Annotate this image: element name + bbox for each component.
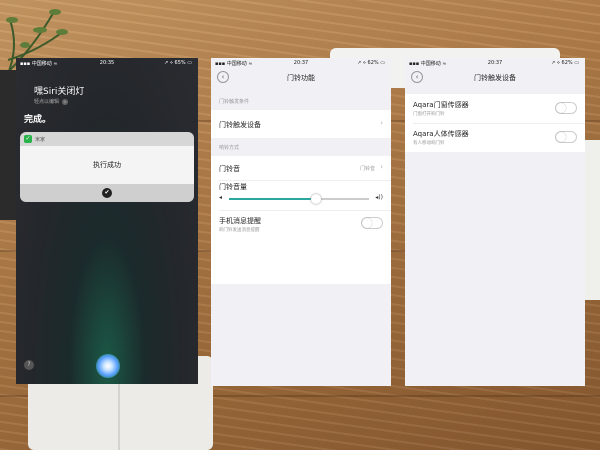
chevron-right-icon: › [62,99,69,105]
plant-pot [0,70,16,220]
volume-slider[interactable] [229,194,369,204]
device-list: Aqara门窗传感器 门窗打开响门铃 Aqara人体传感器 有人移动响门铃 [405,94,585,152]
shortcut-result-card[interactable]: ✓ 米家 执行成功 ✔ [20,132,194,202]
volume-slider-fill [229,198,316,200]
device-row-motion-sensor[interactable]: Aqara人体传感器 有人移动响门铃 [405,124,585,152]
trigger-device-label: 门铃触发设备 [219,121,261,129]
page-title: 门铃功能 [287,74,315,82]
trigger-devices-screen: ▪▪▪ 中国移动 ≈ 20:37 ↗ ⋄ 62% ▭ ‹ 门铃触发设备 Aqar… [405,58,585,386]
siri-query-text[interactable]: 嘿Siri关闭灯 [34,84,84,97]
volume-high-icon: ◂)) [375,194,383,201]
volume-low-icon: ◂ [219,194,223,201]
nav-bar: ‹ 门铃触发设备 [405,68,585,86]
card-header: ✓ 米家 [20,132,194,146]
device-toggle[interactable] [555,131,577,143]
ringtone-row[interactable]: 门铃音 门铃音 › [211,156,391,180]
device-row-door-sensor[interactable]: Aqara门窗传感器 门窗打开响门铃 [405,94,585,123]
chevron-right-icon: › [380,119,383,127]
battery-indicator: ↗ ⋄ 65% ▭ [164,60,192,66]
card-message: 执行成功 [20,146,194,184]
device-name: Aqara人体传感器 [413,130,469,138]
divider [219,210,391,211]
tap-to-edit-label: 轻点以编辑 [34,99,60,105]
notify-label: 手机消息提醒 [219,217,261,225]
siri-response: 完成。 [24,115,52,125]
ringtone-label: 门铃音 [219,165,240,173]
device-description: 门窗打开响门铃 [413,112,445,117]
help-icon[interactable]: ? [24,360,34,370]
device-description: 有人移动响门铃 [413,141,445,146]
status-bar: ▪▪▪ 中国移动 ≈ 20:37 ↗ ⋄ 62% ▭ [405,58,585,68]
tap-to-edit-link[interactable]: 轻点以编辑 › [34,98,69,105]
chevron-right-icon: › [380,163,383,171]
device-toggle[interactable] [555,102,577,114]
ringtone-value: 门铃音 [359,166,375,172]
battery-indicator: ↗ ⋄ 62% ▭ [551,60,579,66]
notify-description: 响门铃发送消息提醒 [219,228,260,233]
siri-orb-icon[interactable] [96,354,120,378]
checkmark-icon: ✔ [102,188,112,198]
page-title: 门铃触发设备 [474,74,516,82]
card-footer: ✔ [20,184,194,202]
card-app-name: 米家 [35,137,46,143]
mijia-app-icon: ✓ [24,135,32,143]
battery-indicator: ↗ ⋄ 62% ▭ [357,60,385,66]
volume-slider-thumb[interactable] [310,194,321,204]
status-bar: ▪▪▪ 中国移动 ≈ 20:35 ↗ ⋄ 65% ▭ [16,58,198,68]
section-header-ring: 响铃方式 [219,145,240,151]
notify-toggle[interactable] [361,217,383,229]
ring-settings-group: 门铃音 门铃音 › 门铃音量 ◂ ◂)) 手机消息提醒 响门铃发送消息提醒 [211,156,391,284]
status-bar: ▪▪▪ 中国移动 ≈ 20:37 ↗ ⋄ 62% ▭ [211,58,391,68]
nav-bar: ‹ 门铃功能 [211,68,391,86]
doorbell-settings-screen: ▪▪▪ 中国移动 ≈ 20:37 ↗ ⋄ 62% ▭ ‹ 门铃功能 门铃触发条件… [211,58,391,386]
divider [219,180,391,181]
section-header-trigger: 门铃触发条件 [219,99,250,105]
siri-screen: ▪▪▪ 中国移动 ≈ 20:35 ↗ ⋄ 65% ▭ 嘿Siri关闭灯 轻点以编… [16,58,198,384]
volume-label: 门铃音量 [219,183,247,191]
trigger-device-row[interactable]: 门铃触发设备 › [211,110,391,138]
device-name: Aqara门窗传感器 [413,101,469,109]
